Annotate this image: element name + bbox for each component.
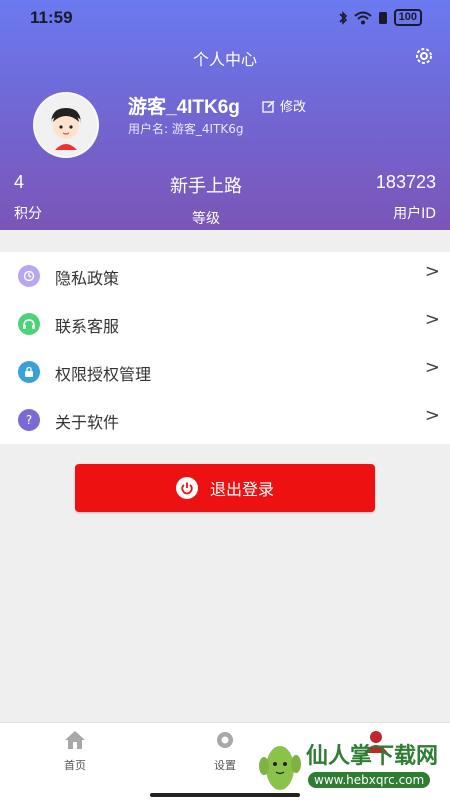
menu-item-about[interactable]: ? 关于软件 >: [0, 396, 450, 444]
settings-menu: 隐私政策 > 联系客服 > 权限授权管理 > ? 关于软件 >: [0, 252, 450, 444]
menu-item-permissions[interactable]: 权限授权管理 >: [0, 348, 450, 396]
clock-icon: [18, 265, 40, 287]
user-sub-label: 用户名: 游客_4ITK6g: [128, 122, 244, 136]
status-bar: 11:59 100: [0, 0, 450, 36]
tab-settings[interactable]: 设置: [195, 729, 255, 773]
power-icon: [175, 477, 198, 499]
sim-icon: [378, 11, 387, 24]
gear-icon: [217, 732, 233, 748]
stat-points-value: 4: [14, 172, 25, 192]
settings-button[interactable]: [412, 44, 436, 68]
cactus-logo-icon: [259, 746, 301, 790]
question-icon: ?: [18, 409, 40, 431]
stat-level-value: 新手上路: [170, 176, 242, 196]
tab-settings-label: 设置: [214, 759, 236, 772]
gear-icon: [416, 48, 432, 64]
chevron-right-icon: >: [424, 357, 440, 378]
bluetooth-icon: [339, 10, 347, 25]
watermark: 仙人掌下载网 www.hebxqrc.com: [250, 730, 450, 800]
chevron-right-icon: >: [424, 309, 440, 330]
page-title: 个人中心: [192, 50, 257, 69]
logout-button[interactable]: 退出登录: [75, 464, 375, 512]
stat-points-label: 积分: [14, 206, 42, 222]
chevron-right-icon: >: [424, 405, 440, 426]
tab-home[interactable]: 首页: [45, 729, 105, 773]
logout-label: 退出登录: [209, 480, 274, 499]
stat-user-id-label: 用户ID: [393, 206, 436, 222]
edit-profile-button[interactable]: 修改: [262, 96, 306, 115]
headset-icon: [18, 313, 40, 335]
stat-user-id-value: 183723: [375, 172, 436, 192]
status-time: 11:59: [30, 8, 73, 27]
stat-user-id: 183723 用户ID: [376, 172, 436, 223]
watermark-url: www.hebxqrc.com: [308, 772, 431, 788]
menu-item-label: 联系客服: [55, 317, 120, 336]
username: 游客_4ITK6g: [128, 97, 240, 118]
bottom-nav: 首页 设置 仙人掌下载网 www.hebxqrc.com: [0, 722, 450, 800]
avatar[interactable]: [33, 92, 99, 158]
menu-item-privacy-policy[interactable]: 隐私政策 >: [0, 252, 450, 300]
menu-item-label: 权限授权管理: [55, 365, 152, 384]
chevron-right-icon: >: [424, 261, 440, 282]
battery-indicator: 100: [393, 9, 422, 26]
watermark-text: 仙人掌下载网: [306, 744, 439, 769]
menu-item-customer-service[interactable]: 联系客服 >: [0, 300, 450, 348]
stat-points: 4 积分: [14, 172, 42, 223]
edit-icon: [262, 99, 275, 113]
stat-level: 新手上路 等级: [160, 172, 252, 228]
tab-home-label: 首页: [64, 759, 86, 772]
lock-icon: [18, 361, 40, 383]
wifi-icon: [353, 11, 372, 24]
menu-item-label: 隐私政策: [55, 269, 120, 288]
avatar-image: [35, 94, 97, 156]
home-indicator: [150, 793, 300, 797]
stat-level-label: 等级: [192, 211, 220, 227]
home-icon: [65, 731, 85, 749]
edit-label: 修改: [280, 100, 307, 115]
profile-header: 11:59 100 个人中心 游客_4ITK6g 修改 用户名: 游客_4ITK…: [0, 0, 450, 230]
menu-item-label: 关于软件: [55, 413, 120, 432]
status-icons: 100: [338, 9, 422, 26]
